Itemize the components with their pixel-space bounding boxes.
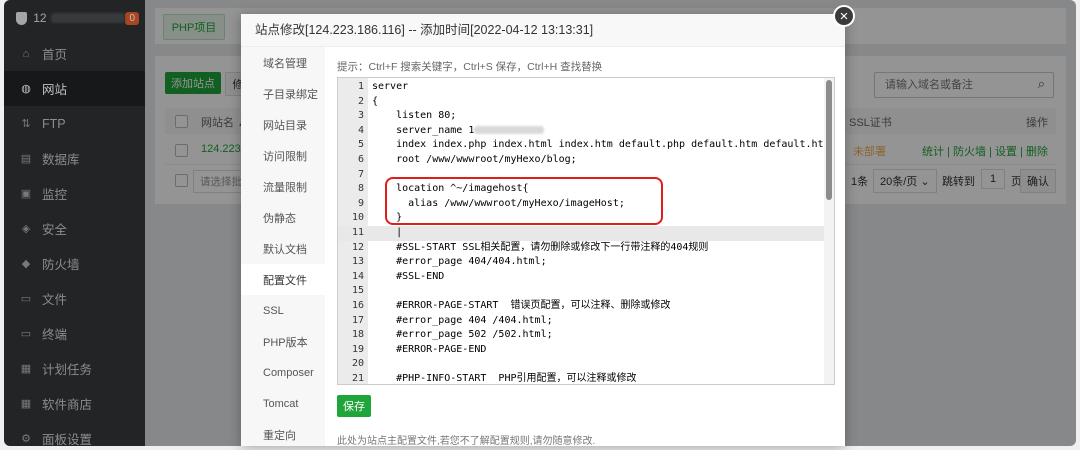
line-number: 19	[351, 343, 364, 355]
code-text-content: #ERROR-PAGE-END	[372, 343, 487, 355]
code-text: |	[372, 226, 402, 241]
code-text-content: {	[372, 95, 379, 107]
code-line: 2{	[338, 95, 824, 110]
code-line: 13 #error_page 404/404.html;	[338, 255, 824, 270]
code-text-content: #ERROR-PAGE-START 错误页配置，可以注释、删除或修改	[372, 299, 671, 311]
dialog-menu-item-8[interactable]: SSL	[241, 295, 325, 326]
code-text-content: listen 80;	[372, 110, 457, 122]
line-number: 8	[357, 183, 364, 195]
line-number: 2	[357, 95, 364, 107]
dialog-menu-item-6[interactable]: 默认文档	[241, 233, 325, 264]
close-icon[interactable]: ×	[833, 5, 855, 27]
line-number: 1	[357, 81, 364, 92]
dialog-menu-item-7[interactable]: 配置文件	[241, 264, 325, 295]
code-line: 12 #SSL-START SSL相关配置，请勿删除或修改下一行带注释的404规…	[338, 241, 824, 256]
code-text: index index.php index.html index.htm def…	[372, 138, 835, 153]
dialog-menu-item-9[interactable]: PHP版本	[241, 326, 325, 357]
code-text-content: server_name 1	[372, 124, 475, 136]
code-text-content: #SSL-START SSL相关配置，请勿删除或修改下一行带注释的404规则	[372, 241, 709, 253]
code-text: #error_page 404 /404.html;	[372, 314, 553, 329]
code-text: #ERROR-PAGE-START 错误页配置，可以注释、删除或修改	[372, 299, 670, 314]
dialog-title: 站点修改[124.223.186.116] -- 添加时间[2022-04-12…	[241, 14, 845, 47]
code-text-content: #SSL-END	[372, 270, 445, 282]
code-text-content: #error_page 404/404.html;	[372, 256, 547, 268]
line-number: 5	[357, 139, 364, 151]
code-line: 6 root /www/wwwroot/myHexo/blog;	[338, 153, 824, 168]
dialog-menu-item-3[interactable]: 访问限制	[241, 140, 325, 171]
dialog-menu-item-12[interactable]: 重定向	[241, 419, 325, 450]
code-text: server_name 1	[372, 124, 545, 139]
annotation-highlight-box	[385, 177, 663, 225]
line-number: 20	[351, 358, 364, 370]
code-text-content: index index.php index.html index.htm def…	[372, 139, 835, 151]
code-text: #error_page 404/404.html;	[372, 255, 547, 270]
line-number: 13	[351, 256, 364, 268]
code-text: {	[372, 95, 378, 110]
scrollbar-thumb[interactable]	[826, 80, 832, 200]
config-warning-note: 此处为站点主配置文件,若您不了解配置规则,请勿随意修改.	[337, 436, 596, 447]
code-text: listen 80;	[372, 109, 456, 124]
line-number: 16	[351, 299, 364, 311]
editor-scrollbar[interactable]	[824, 78, 834, 384]
code-line: 18 #error_page 502 /502.html;	[338, 328, 824, 343]
save-button[interactable]: 保存	[337, 395, 371, 417]
code-text-content: #PHP-INFO-START PHP引用配置，可以注释或修改	[372, 372, 637, 384]
line-number: 4	[357, 124, 364, 136]
code-text-content: #error_page 404 /404.html;	[372, 314, 553, 326]
code-text-content: #error_page 502 /502.html;	[372, 329, 553, 341]
dialog-menu-item-0[interactable]: 域名管理	[241, 47, 325, 78]
code-line: 5 index index.php index.html index.htm d…	[338, 138, 834, 153]
line-number: 17	[351, 314, 364, 326]
code-line: 17 #error_page 404 /404.html;	[338, 314, 824, 329]
site-edit-dialog: 站点修改[124.223.186.116] -- 添加时间[2022-04-12…	[241, 14, 845, 447]
code-editor[interactable]: 1 server 2{3 listen 80; 4 server_name 15 in…	[337, 77, 835, 385]
code-line: 19 #ERROR-PAGE-END	[338, 343, 824, 358]
code-text: #ERROR-PAGE-END	[372, 343, 486, 358]
code-text-content: server	[372, 81, 409, 92]
code-line: 4 server_name 1	[338, 124, 824, 139]
line-number: 14	[351, 270, 364, 282]
code-text: #PHP-INFO-START PHP引用配置，可以注释或修改	[372, 372, 637, 384]
code-line: 20	[338, 357, 824, 372]
code-text-content: |	[372, 226, 403, 238]
code-line: 21 #PHP-INFO-START PHP引用配置，可以注释或修改	[338, 372, 824, 384]
code-line: 11 |	[338, 225, 824, 241]
line-number: 21	[351, 372, 364, 384]
line-number: 3	[357, 110, 364, 122]
dialog-menu-item-1[interactable]: 子目录绑定	[241, 78, 325, 109]
code-line: 14 #SSL-END	[338, 270, 824, 285]
dialog-menu-item-4[interactable]: 流量限制	[241, 171, 325, 202]
line-number: 15	[351, 285, 364, 297]
code-text: #error_page 502 /502.html;	[372, 328, 553, 343]
code-line: 3 listen 80;	[338, 109, 824, 124]
shortcut-tip: 提示：Ctrl+F 搜索关键字，Ctrl+S 保存，Ctrl+H 查找替换	[337, 61, 603, 73]
dialog-menu: 域名管理 子目录绑定 网站目录 访问限制 流量限制 伪静态 默认文档 配置文件 SSL PHP版本…	[241, 47, 325, 446]
code-line: 1 server	[338, 80, 824, 95]
code-line: 15	[338, 284, 824, 299]
code-text: root /www/wwwroot/myHexo/blog;	[372, 153, 577, 168]
line-number: 18	[351, 329, 364, 341]
line-number: 10	[351, 212, 364, 224]
sidebar-overlay	[4, 0, 145, 446]
code-text: #SSL-START SSL相关配置，请勿删除或修改下一行带注释的404规则	[372, 241, 708, 256]
redacted-ip	[474, 125, 545, 134]
code-text: #SSL-END	[372, 270, 444, 285]
line-number: 11	[351, 226, 364, 238]
dialog-menu-item-11[interactable]: Tomcat	[241, 388, 325, 419]
line-number: 12	[351, 241, 364, 253]
code-line: 16 #ERROR-PAGE-START 错误页配置，可以注释、删除或修改	[338, 299, 824, 314]
line-number: 9	[357, 197, 364, 209]
code-text-content: root /www/wwwroot/myHexo/blog;	[372, 153, 577, 165]
dialog-menu-item-10[interactable]: Composer	[241, 357, 325, 388]
config-file-panel: 提示：Ctrl+F 搜索关键字，Ctrl+S 保存，Ctrl+H 查找替换 1s…	[325, 47, 845, 447]
line-number: 7	[357, 168, 364, 180]
line-number: 6	[357, 153, 364, 165]
code-text: server	[372, 80, 408, 95]
dialog-menu-item-2[interactable]: 网站目录	[241, 109, 325, 140]
dialog-menu-item-5[interactable]: 伪静态	[241, 202, 325, 233]
